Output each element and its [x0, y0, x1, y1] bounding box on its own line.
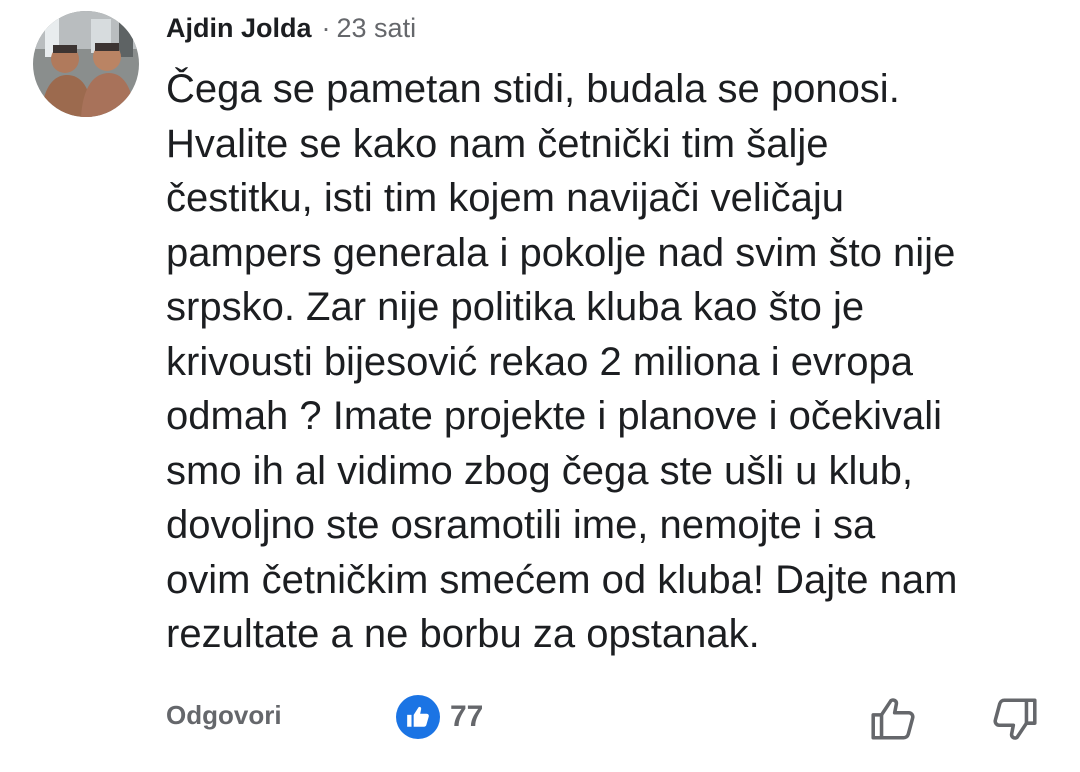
- comment-actions: Odgovori 77: [0, 690, 1080, 746]
- like-count: 77: [450, 700, 484, 733]
- timestamp[interactable]: 23 sati: [337, 13, 417, 44]
- thumbs-up-icon: [396, 695, 440, 739]
- reply-button[interactable]: Odgovori: [166, 700, 282, 731]
- thumbs-down-outline-icon[interactable]: [990, 694, 1040, 744]
- separator-dot: ·: [321, 12, 331, 43]
- author-name[interactable]: Ajdin Jolda: [166, 13, 312, 44]
- comment-header: Ajdin Jolda · 23 sati: [166, 8, 416, 48]
- avatar-photo: [33, 11, 139, 117]
- reaction-summary[interactable]: 77: [396, 695, 483, 739]
- comment-text: Čega se pametan stidi, budala se ponosi.…: [166, 67, 958, 656]
- avatar[interactable]: [33, 11, 139, 117]
- thumbs-up-outline-icon[interactable]: [868, 694, 918, 744]
